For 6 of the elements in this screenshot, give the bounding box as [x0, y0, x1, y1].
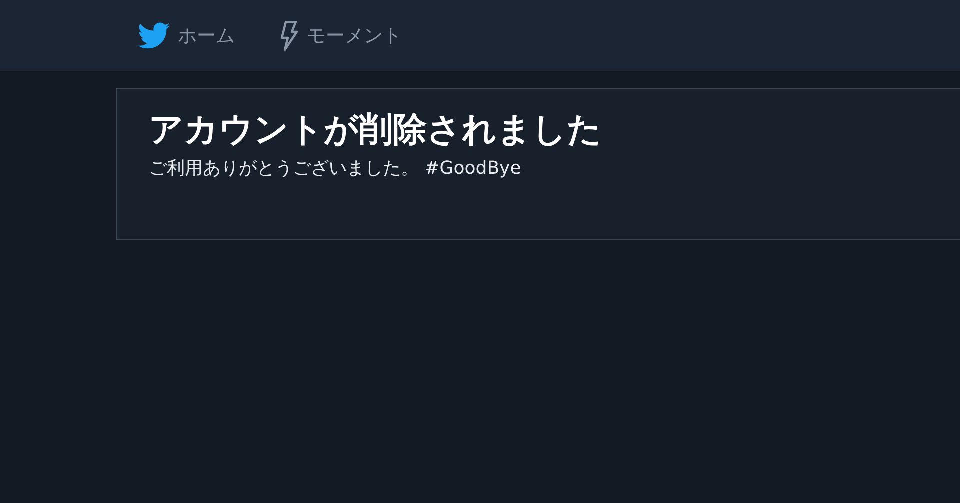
bird-icon [138, 22, 170, 50]
notice-message: ご利用ありがとうございました。 #GoodBye [149, 158, 522, 180]
notice-title: アカウントが削除されました [149, 111, 603, 150]
nav-link[interactable]: モーメント [279, 20, 402, 50]
nav-link[interactable]: ホーム [138, 22, 235, 50]
lightning-icon [279, 20, 299, 50]
